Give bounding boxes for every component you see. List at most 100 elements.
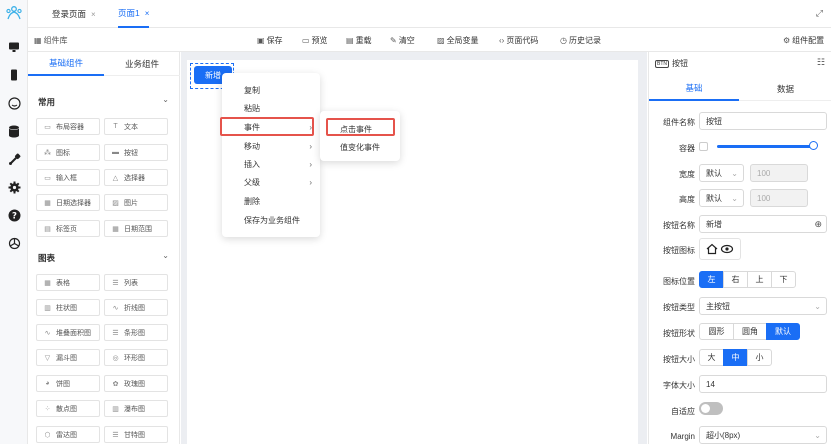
icon-picker[interactable]	[699, 238, 741, 260]
container-label: 容器	[679, 144, 695, 153]
component-gantt[interactable]: ☰ 甘特图	[104, 426, 168, 443]
shape-default[interactable]: 默认	[766, 323, 800, 340]
gear-icon[interactable]	[5, 178, 23, 196]
component-line-chart[interactable]: ∿ 折线图	[104, 299, 168, 316]
icon-pos-right[interactable]: 右	[723, 271, 748, 288]
component-select[interactable]: △ 选择器	[104, 169, 168, 186]
component-config-toggle[interactable]: ⚙ 组件配置	[783, 28, 824, 52]
tab-prop-data[interactable]: 数据	[739, 77, 831, 101]
button-type-icon: BTN	[655, 59, 669, 68]
openai-icon[interactable]	[5, 234, 23, 252]
close-icon[interactable]: ×	[91, 10, 96, 19]
tab-prop-basic[interactable]: 基础	[649, 77, 739, 101]
shape-circle[interactable]: 圆形	[699, 323, 734, 340]
component-label: 瀑布图	[124, 405, 145, 413]
icon-pos-left[interactable]: 左	[699, 271, 724, 288]
icon-pos-top[interactable]: 上	[747, 271, 772, 288]
size-large[interactable]: 大	[699, 349, 724, 366]
funnel-icon: ▽	[44, 354, 51, 362]
component-date-range[interactable]: ▦ 日期范围	[104, 220, 168, 237]
component-table[interactable]: ▦ 表格	[36, 274, 100, 291]
width-input[interactable]: 100	[750, 164, 808, 182]
globe-icon[interactable]: ⊕	[814, 219, 822, 230]
hbar-chart-icon: ☰	[112, 329, 119, 337]
global-variables-button[interactable]: ▨ 全局变量	[437, 28, 479, 52]
component-rose[interactable]: ✿ 玫瑰图	[104, 375, 168, 392]
section-chart[interactable]: 图表	[38, 252, 55, 264]
smiley-icon[interactable]	[5, 94, 23, 112]
radar-icon: ⬡	[44, 431, 51, 439]
help-icon[interactable]: ?	[5, 206, 23, 224]
height-input[interactable]: 100	[750, 189, 808, 207]
component-layout-container[interactable]: ▭ 布局容器	[36, 118, 100, 135]
rose-icon: ✿	[112, 380, 119, 388]
component-stacked-area[interactable]: ∿ 堆叠面积图	[36, 324, 100, 341]
container-slider[interactable]	[717, 145, 813, 148]
fullscreen-icon[interactable]: ⤢	[816, 8, 823, 19]
menu-item-change-event[interactable]: 值变化事件	[320, 138, 400, 156]
component-pie[interactable]: ◕ 饼图	[36, 375, 100, 392]
component-scatter[interactable]: ⁘ 散点图	[36, 400, 100, 417]
clear-button[interactable]: ✎ 清空	[390, 28, 415, 52]
shape-rounded[interactable]: 圆角	[733, 323, 767, 340]
button-name-label: 按钮名称	[663, 221, 695, 230]
margin-select[interactable]: 超小(8px) ⌄	[699, 426, 827, 444]
component-radar[interactable]: ⬡ 雷达图	[36, 426, 100, 443]
tab-business-components[interactable]: 业务组件	[104, 52, 180, 76]
width-label: 宽度	[679, 170, 695, 179]
slider-handle[interactable]	[809, 141, 818, 150]
tab-login-page[interactable]: 登录页面 ×	[52, 0, 96, 28]
icon-rail: ?	[0, 0, 28, 444]
menu-item-parent[interactable]: 父级 ›	[222, 173, 320, 191]
menu-item-delete[interactable]: 删除	[222, 192, 320, 210]
button-name-input[interactable]: 新增 ⊕	[699, 215, 827, 233]
tab-page1[interactable]: 页面1 ×	[118, 0, 150, 28]
component-date-picker[interactable]: ▦ 日期选择器	[36, 194, 100, 211]
preview-button[interactable]: ▭ 预览	[302, 28, 328, 52]
menu-fold-icon[interactable]: ☷	[817, 57, 825, 68]
size-small[interactable]: 小	[747, 349, 772, 366]
component-bar-chart[interactable]: ▥ 柱状图	[36, 299, 100, 316]
width-mode-select[interactable]: 默认 ⌄	[699, 164, 744, 182]
icon-pos-bottom[interactable]: 下	[771, 271, 796, 288]
component-button[interactable]: ▬ 按钮	[104, 144, 168, 161]
component-ring[interactable]: ◎ 环形图	[104, 349, 168, 366]
component-library-toggle[interactable]: ▦ 组件库	[34, 28, 68, 52]
plug-icon[interactable]	[5, 150, 23, 168]
menu-item-insert[interactable]: 插入 ›	[222, 155, 320, 173]
container-checkbox[interactable]	[699, 142, 708, 151]
component-icon[interactable]: ⁂ 图标	[36, 144, 100, 161]
component-horizontal-bar[interactable]: ☰ 条形图	[104, 324, 168, 341]
database-icon[interactable]	[5, 122, 23, 140]
mobile-icon[interactable]	[5, 66, 23, 84]
save-button[interactable]: ▣ 保存	[257, 28, 283, 52]
tab-label: 登录页面	[52, 9, 87, 19]
chevron-down-icon[interactable]: ⌄	[162, 95, 169, 104]
component-image[interactable]: ▨ 图片	[104, 194, 168, 211]
component-text[interactable]: T 文本	[104, 118, 168, 135]
menu-item-move[interactable]: 移动 ›	[222, 137, 320, 155]
monitor-icon[interactable]	[5, 38, 23, 56]
adaptive-toggle[interactable]	[699, 402, 723, 415]
height-mode-select[interactable]: 默认 ⌄	[699, 189, 744, 207]
font-size-input[interactable]: 14	[699, 375, 827, 393]
component-name-input[interactable]: 按钮	[699, 112, 827, 130]
reload-button[interactable]: ▤ 重载	[346, 28, 372, 52]
menu-item-paste[interactable]: 粘贴	[222, 99, 320, 117]
history-button[interactable]: ◷ 历史记录	[560, 28, 601, 52]
close-icon[interactable]: ×	[145, 9, 150, 18]
chevron-down-icon[interactable]: ⌄	[162, 251, 169, 260]
tab-basic-components[interactable]: 基础组件	[28, 52, 104, 76]
button-type-select[interactable]: 主按钮 ⌄	[699, 297, 827, 315]
component-waterfall[interactable]: ▥ 瀑布图	[104, 400, 168, 417]
component-funnel[interactable]: ▽ 漏斗图	[36, 349, 100, 366]
component-input[interactable]: ▭ 输入框	[36, 169, 100, 186]
menu-item-save-business[interactable]: 保存为业务组件	[222, 211, 320, 229]
page-code-button[interactable]: ‹› 页面代码	[499, 28, 538, 52]
size-medium[interactable]: 中	[723, 349, 748, 366]
component-list[interactable]: ☰ 列表	[104, 274, 168, 291]
component-label: 输入框	[56, 174, 77, 182]
section-common[interactable]: 常用	[38, 96, 55, 108]
menu-item-copy[interactable]: 复制	[222, 81, 320, 99]
component-tabs[interactable]: ▤ 标签页	[36, 220, 100, 237]
